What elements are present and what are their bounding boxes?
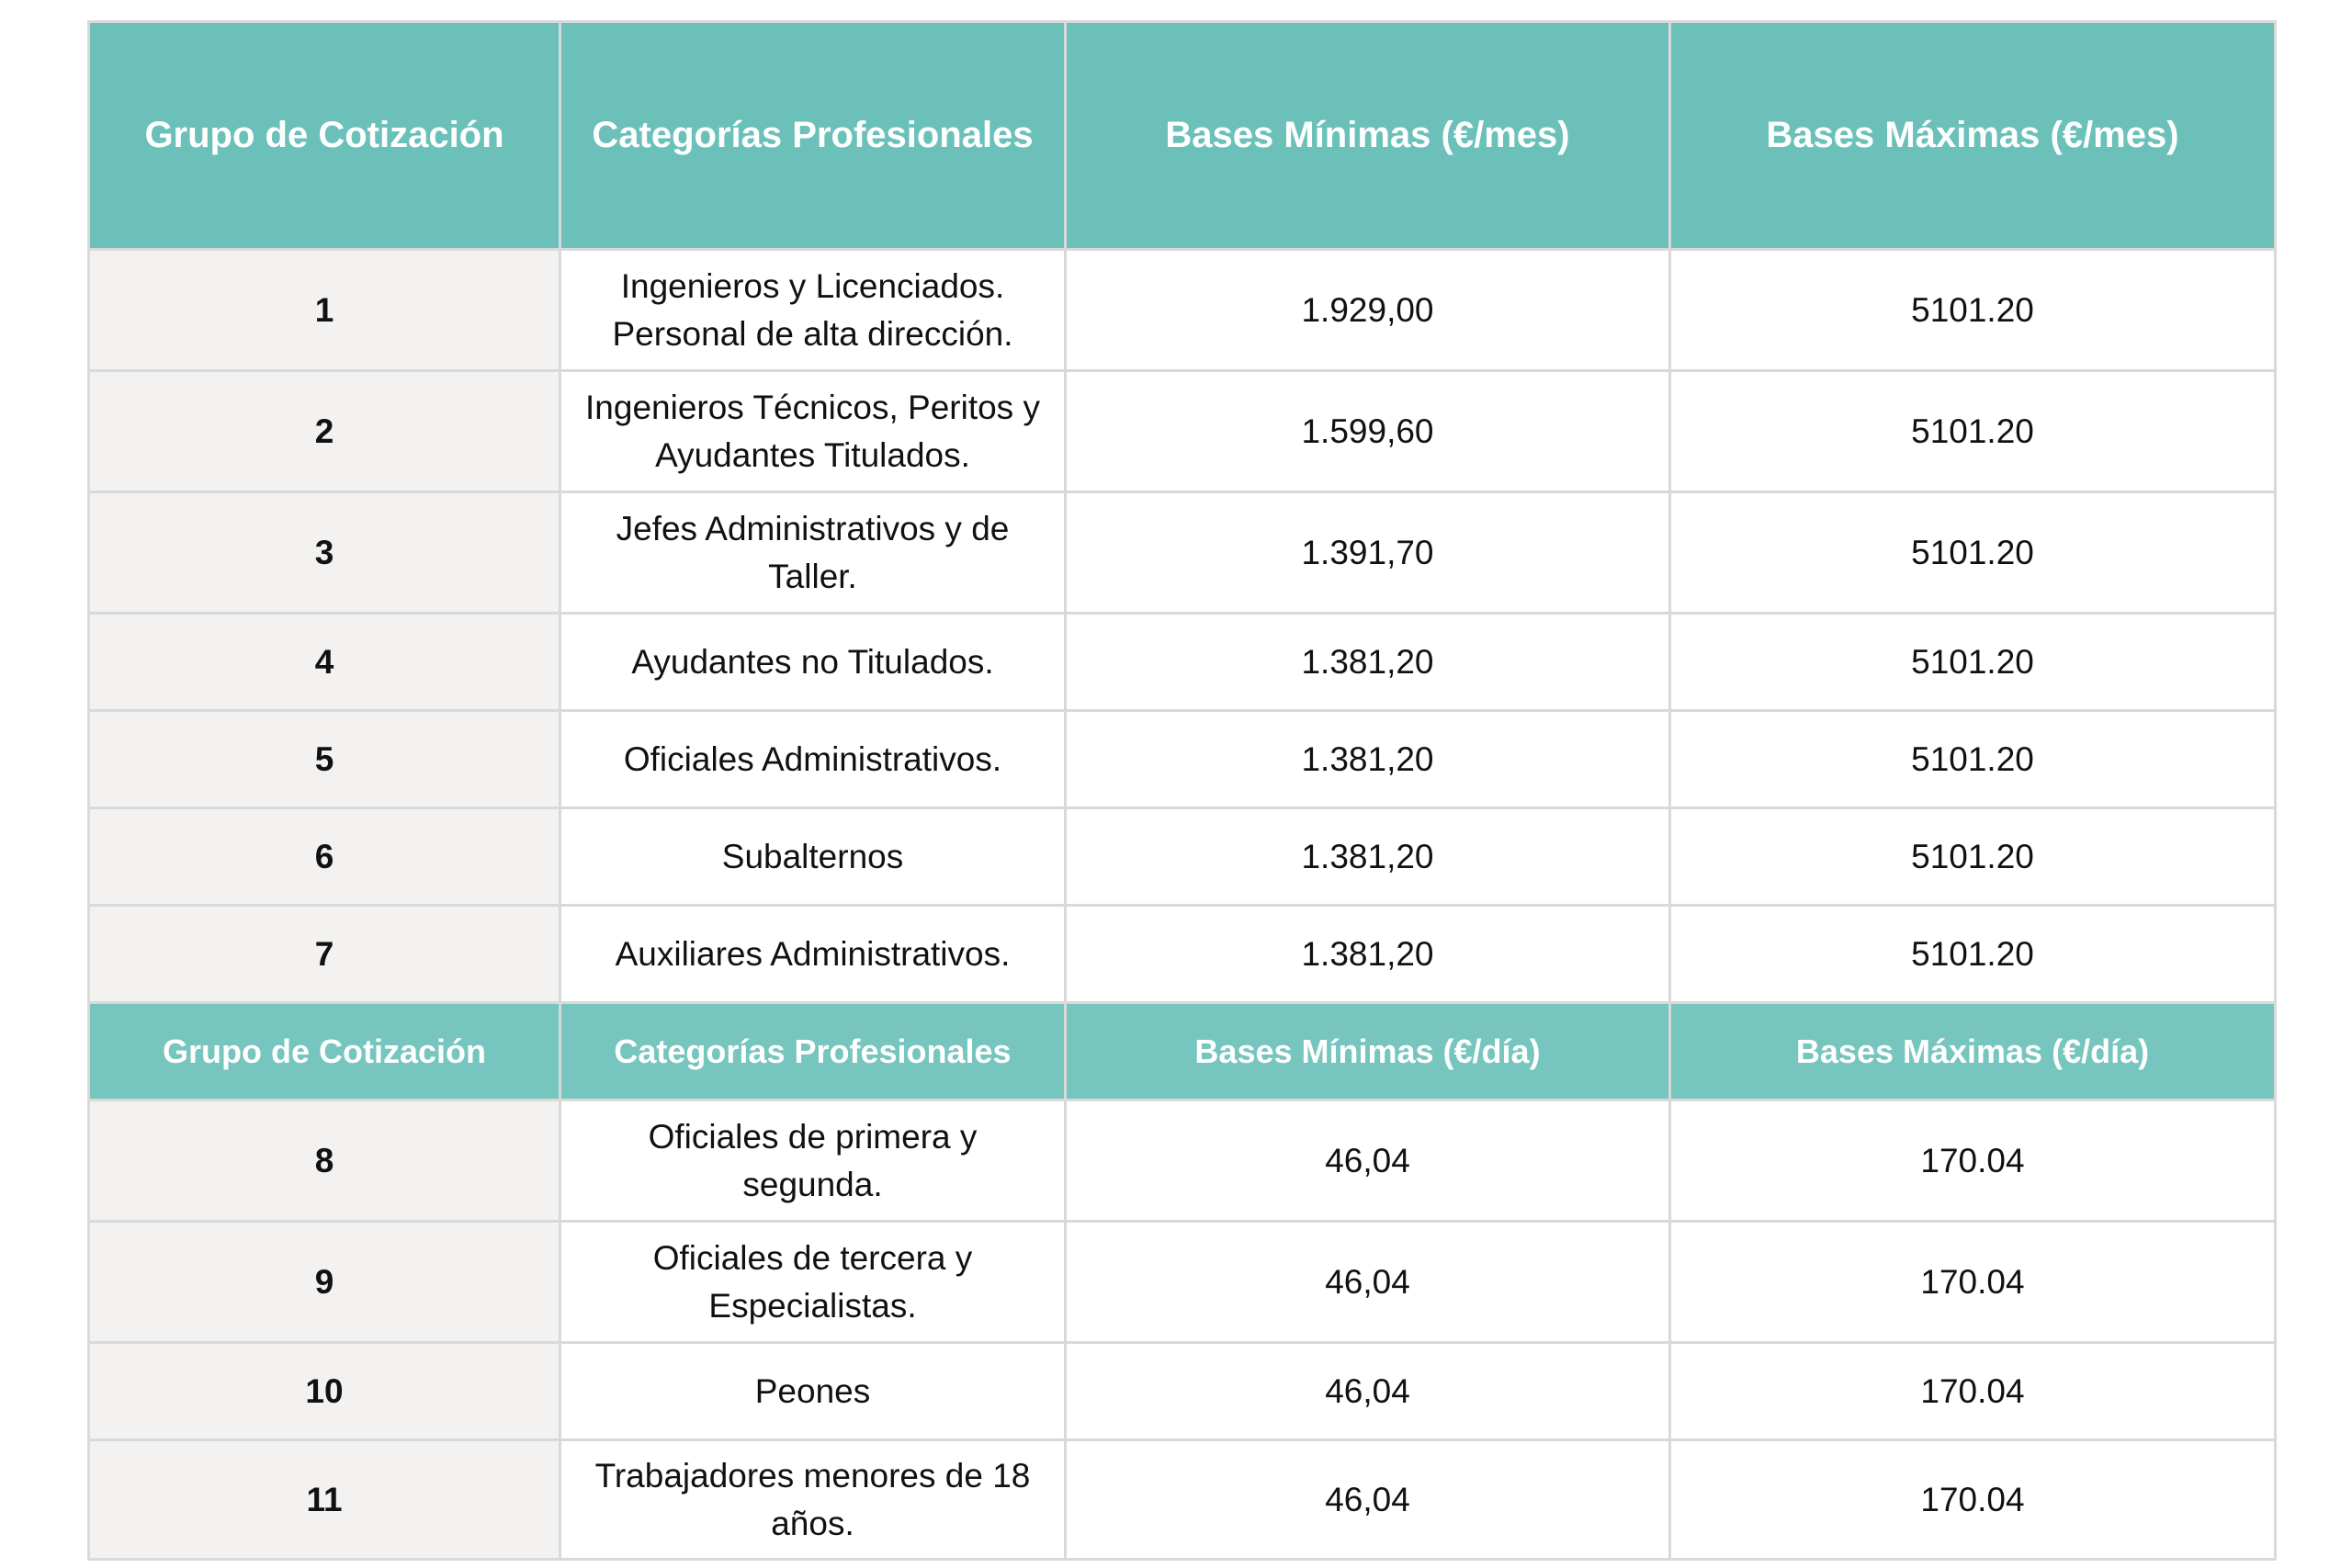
- max-base-cell: 5101.20: [1668, 612, 2277, 712]
- group-cell: 8: [87, 1099, 561, 1223]
- group-cell: 4: [87, 612, 561, 712]
- group-cell: 3: [87, 491, 561, 615]
- table-row: 5 Oficiales Administrativos. 1.381,20 51…: [87, 709, 2277, 809]
- header-max-base: Bases Máximas (€/día): [1668, 1001, 2277, 1101]
- min-base-cell: 46,04: [1064, 1438, 1671, 1561]
- header-group: Grupo de Cotización: [87, 20, 561, 251]
- min-base-cell: 1.381,20: [1064, 612, 1671, 712]
- min-base-cell: 1.599,60: [1064, 369, 1671, 493]
- cotizacion-table: Grupo de Cotización Categorías Profesion…: [87, 20, 2277, 1561]
- category-cell: Peones: [559, 1341, 1067, 1441]
- category-cell: Oficiales Administrativos.: [559, 709, 1067, 809]
- category-cell: Oficiales de primera y segunda.: [559, 1099, 1067, 1223]
- table-row: 4 Ayudantes no Titulados. 1.381,20 5101.…: [87, 612, 2277, 712]
- header-min-base: Bases Mínimas (€/día): [1064, 1001, 1671, 1101]
- group-cell: 6: [87, 807, 561, 907]
- group-cell: 2: [87, 369, 561, 493]
- min-base-cell: 46,04: [1064, 1099, 1671, 1223]
- max-base-cell: 5101.20: [1668, 807, 2277, 907]
- table-row: 1 Ingenieros y Licenciados. Personal de …: [87, 248, 2277, 372]
- table-row: 3 Jefes Administrativos y de Taller. 1.3…: [87, 491, 2277, 615]
- min-base-cell: 1.929,00: [1064, 248, 1671, 372]
- max-base-cell: 5101.20: [1668, 904, 2277, 1004]
- min-base-cell: 1.381,20: [1064, 709, 1671, 809]
- header-min-base: Bases Mínimas (€/mes): [1064, 20, 1671, 251]
- group-cell: 10: [87, 1341, 561, 1441]
- table-row: 9 Oficiales de tercera y Especialistas. …: [87, 1220, 2277, 1344]
- header-category: Categorías Profesionales: [559, 20, 1067, 251]
- group-cell: 9: [87, 1220, 561, 1344]
- header-group: Grupo de Cotización: [87, 1001, 561, 1101]
- max-base-cell: 5101.20: [1668, 369, 2277, 493]
- max-base-cell: 5101.20: [1668, 709, 2277, 809]
- table-row: 7 Auxiliares Administrativos. 1.381,20 5…: [87, 904, 2277, 1004]
- header-row-daily: Grupo de Cotización Categorías Profesion…: [87, 1001, 2277, 1101]
- header-row-monthly: Grupo de Cotización Categorías Profesion…: [87, 20, 2277, 251]
- category-cell: Ingenieros Técnicos, Peritos y Ayudantes…: [559, 369, 1067, 493]
- category-cell: Ayudantes no Titulados.: [559, 612, 1067, 712]
- group-cell: 1: [87, 248, 561, 372]
- category-cell: Auxiliares Administrativos.: [559, 904, 1067, 1004]
- table-row: 11 Trabajadores menores de 18 años. 46,0…: [87, 1438, 2277, 1561]
- max-base-cell: 170.04: [1668, 1220, 2277, 1344]
- min-base-cell: 46,04: [1064, 1220, 1671, 1344]
- min-base-cell: 46,04: [1064, 1341, 1671, 1441]
- group-cell: 11: [87, 1438, 561, 1561]
- min-base-cell: 1.381,20: [1064, 904, 1671, 1004]
- category-cell: Trabajadores menores de 18 años.: [559, 1438, 1067, 1561]
- group-cell: 7: [87, 904, 561, 1004]
- max-base-cell: 170.04: [1668, 1099, 2277, 1223]
- group-cell: 5: [87, 709, 561, 809]
- table-row: 6 Subalternos 1.381,20 5101.20: [87, 807, 2277, 907]
- min-base-cell: 1.381,20: [1064, 807, 1671, 907]
- max-base-cell: 5101.20: [1668, 248, 2277, 372]
- header-category: Categorías Profesionales: [559, 1001, 1067, 1101]
- category-cell: Jefes Administrativos y de Taller.: [559, 491, 1067, 615]
- category-cell: Subalternos: [559, 807, 1067, 907]
- table-row: 10 Peones 46,04 170.04: [87, 1341, 2277, 1441]
- table-row: 8 Oficiales de primera y segunda. 46,04 …: [87, 1099, 2277, 1223]
- max-base-cell: 5101.20: [1668, 491, 2277, 615]
- category-cell: Oficiales de tercera y Especialistas.: [559, 1220, 1067, 1344]
- category-cell: Ingenieros y Licenciados. Personal de al…: [559, 248, 1067, 372]
- table-row: 2 Ingenieros Técnicos, Peritos y Ayudant…: [87, 369, 2277, 493]
- max-base-cell: 170.04: [1668, 1341, 2277, 1441]
- max-base-cell: 170.04: [1668, 1438, 2277, 1561]
- min-base-cell: 1.391,70: [1064, 491, 1671, 615]
- header-max-base: Bases Máximas (€/mes): [1668, 20, 2277, 251]
